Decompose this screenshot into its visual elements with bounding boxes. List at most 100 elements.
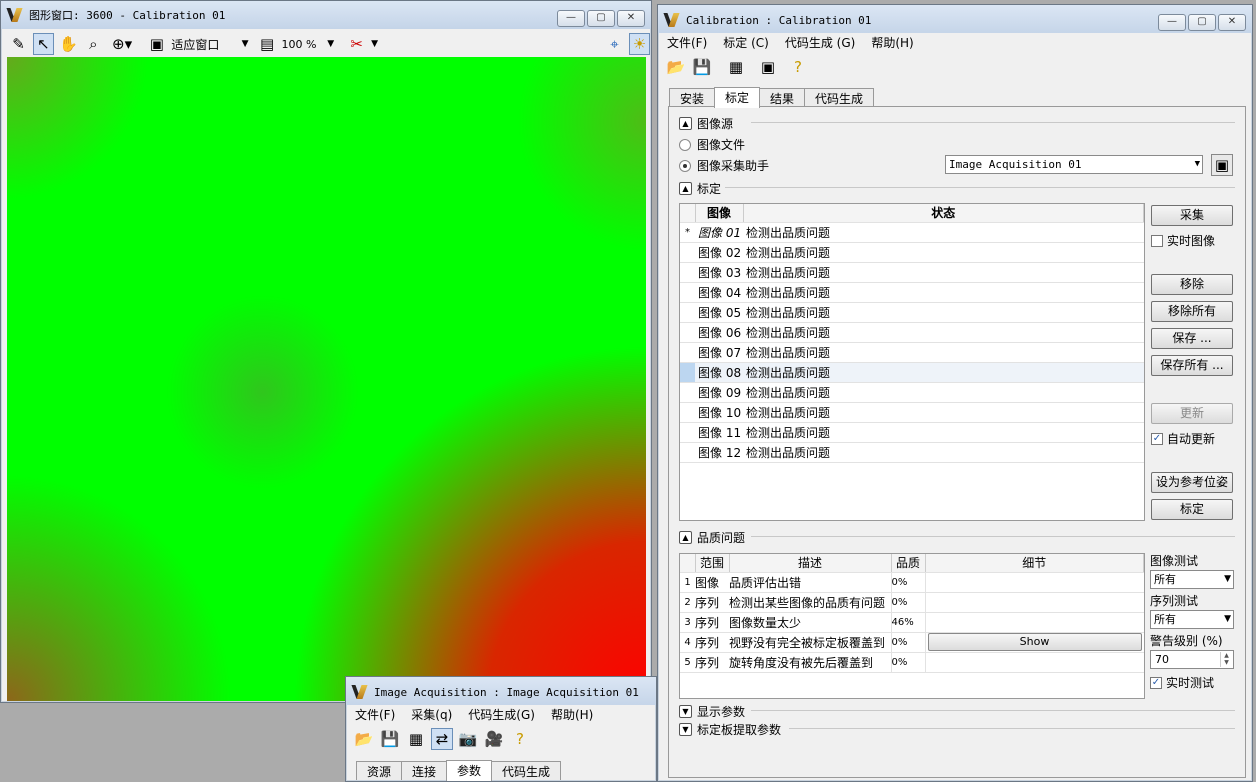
table-row[interactable]: 图像 10 检测出品质问题 xyxy=(680,402,1144,423)
image-cell[interactable]: 图像 07 xyxy=(695,342,743,363)
status-cell[interactable]: 检测出品质问题 xyxy=(743,402,1144,423)
radio-dot-selected[interactable] xyxy=(679,159,691,172)
close-button[interactable]: ✕ xyxy=(617,10,645,27)
menu-codegen[interactable]: 代码生成 (G) xyxy=(777,34,863,51)
save-button[interactable]: 保存 ... xyxy=(1151,328,1233,349)
acq-tab-codegen[interactable]: 代码生成 xyxy=(491,761,562,780)
expand-icon[interactable]: ▼ xyxy=(679,723,692,736)
status-cell[interactable]: 检测出品质问题 xyxy=(743,442,1144,463)
live-test-checkbox[interactable]: ✓ 实时测试 xyxy=(1150,674,1214,691)
assistant-icon[interactable]: ▦ xyxy=(405,728,427,750)
lightbulb-icon[interactable]: ☀ xyxy=(629,33,650,55)
zoom-percent-icon[interactable]: ▤ xyxy=(257,33,278,55)
table-row[interactable]: 4 序列 视野没有完全被标定板覆盖到 0% Show xyxy=(680,632,1144,653)
save-disk-icon[interactable]: 💾 xyxy=(379,728,401,750)
col-image[interactable]: 图像 xyxy=(695,204,744,223)
col-description[interactable]: 描述 xyxy=(729,554,892,573)
menu-help[interactable]: 帮助(H) xyxy=(863,34,921,51)
tab-results[interactable]: 结果 xyxy=(759,88,806,107)
spinner-arrows-icon[interactable]: ▲ ▼ xyxy=(1220,652,1232,667)
checkbox-box[interactable] xyxy=(1151,234,1163,247)
hand-pan-icon[interactable]: ✋ xyxy=(58,33,79,55)
table-row[interactable]: 图像 04 检测出品质问题 xyxy=(680,282,1144,303)
expand-icon[interactable]: ▼ xyxy=(679,705,692,718)
menu-file[interactable]: 文件(F) xyxy=(659,34,715,51)
display-params-section[interactable]: ▼ 显示参数 xyxy=(679,703,1235,720)
status-cell[interactable]: 检测出品质问题 xyxy=(743,262,1144,283)
radio-image-file[interactable]: 图像文件 xyxy=(679,136,745,153)
image-cell[interactable]: 图像 04 xyxy=(695,282,743,303)
graphics-titlebar[interactable]: 图形窗口: 3600 - Calibration 01 — ▢ ✕ xyxy=(1,1,651,29)
status-cell[interactable]: 检测出品质问题 xyxy=(743,222,1144,243)
status-cell[interactable]: 检测出品质问题 xyxy=(743,322,1144,343)
magnifier-icon[interactable]: ⌕ xyxy=(83,33,104,55)
col-detail[interactable]: 细节 xyxy=(925,554,1144,573)
tab-codegen[interactable]: 代码生成 xyxy=(804,88,875,107)
remove-button[interactable]: 移除 xyxy=(1151,274,1233,295)
open-folder-icon[interactable]: 📂 xyxy=(665,56,687,78)
status-cell[interactable]: 检测出品质问题 xyxy=(743,302,1144,323)
status-cell[interactable]: 检测出品质问题 xyxy=(743,342,1144,363)
quality-section[interactable]: ▲ 品质问题 xyxy=(679,529,1235,546)
table-row[interactable]: 图像 06 检测出品质问题 xyxy=(680,322,1144,343)
minimize-button[interactable]: — xyxy=(1158,14,1186,31)
acq-tab-connection[interactable]: 连接 xyxy=(401,761,448,780)
draw-icon[interactable]: ✎ xyxy=(8,33,29,55)
help-icon[interactable]: ? xyxy=(509,728,531,750)
calibrate-button[interactable]: 标定 xyxy=(1151,499,1233,520)
image-cell[interactable]: 图像 06 xyxy=(695,322,743,343)
open-folder-icon[interactable]: 📂 xyxy=(353,728,375,750)
radio-dot[interactable] xyxy=(679,138,691,151)
image-cell[interactable]: 图像 12 xyxy=(695,442,743,463)
status-cell[interactable]: 检测出品质问题 xyxy=(743,362,1144,383)
close-button[interactable]: ✕ xyxy=(1218,14,1246,31)
pixel-info-icon[interactable]: ⌖ xyxy=(604,33,625,55)
status-cell[interactable]: 检测出品质问题 xyxy=(743,382,1144,403)
image-cell[interactable]: 图像 09 xyxy=(695,382,743,403)
table-row[interactable]: 1 图像 品质评估出错 0% xyxy=(680,572,1144,593)
table-row[interactable]: 图像 11 检测出品质问题 xyxy=(680,422,1144,443)
color-tool-icon[interactable]: ✂ xyxy=(346,33,367,55)
tab-setup[interactable]: 安装 xyxy=(669,88,716,107)
col-quality[interactable]: 品质 xyxy=(891,554,926,573)
acquire-button[interactable]: 采集 xyxy=(1151,205,1233,226)
video-camera-icon[interactable]: 🎥 xyxy=(483,728,505,750)
acq-menu-help[interactable]: 帮助(H) xyxy=(543,706,601,723)
acquisition-titlebar[interactable]: Image Acquisition : Image Acquisition 01 xyxy=(346,677,656,707)
table-row[interactable]: 图像 02 检测出品质问题 xyxy=(680,242,1144,263)
menu-calibrate[interactable]: 标定 (C) xyxy=(715,34,777,51)
help-icon[interactable]: ? xyxy=(787,56,809,78)
collapse-icon[interactable]: ▲ xyxy=(679,531,692,544)
assistant-icon[interactable]: ▦ xyxy=(725,56,747,78)
fit-window-icon[interactable]: ▣ xyxy=(146,33,167,55)
col-scope[interactable]: 范围 xyxy=(695,554,730,573)
acq-menu-acquire[interactable]: 采集(q) xyxy=(403,706,460,723)
color-tool-arrow-icon[interactable]: ▼ xyxy=(371,39,378,49)
status-cell[interactable]: 检测出品质问题 xyxy=(743,282,1144,303)
radio-acquisition-assistant[interactable]: 图像采集助手 xyxy=(679,157,769,174)
table-row[interactable]: 3 序列 图像数量太少 46% xyxy=(680,612,1144,633)
image-display[interactable] xyxy=(7,57,646,701)
plate-extract-section[interactable]: ▼ 标定板提取参数 xyxy=(679,721,1235,738)
image-test-select[interactable]: 所有 ▼ xyxy=(1150,570,1234,589)
table-row[interactable]: 图像 09 检测出品质问题 xyxy=(680,382,1144,403)
connect-icon[interactable]: ⇄ xyxy=(431,728,453,750)
acquisition-icon[interactable]: ▣ xyxy=(757,56,779,78)
set-reference-button[interactable]: 设为参考位姿 xyxy=(1151,472,1233,493)
save-all-button[interactable]: 保存所有 ... xyxy=(1151,355,1233,376)
table-row[interactable]: 图像 08 检测出品质问题 xyxy=(680,362,1144,383)
zoom-icon[interactable]: ⊕▾ xyxy=(108,33,137,55)
table-row[interactable]: 图像 03 检测出品质问题 xyxy=(680,262,1144,283)
update-button[interactable]: 更新 xyxy=(1151,403,1233,424)
show-button[interactable]: Show xyxy=(927,633,1142,651)
image-cell[interactable]: 图像 08 xyxy=(695,362,743,383)
table-row[interactable]: 图像 07 检测出品质问题 xyxy=(680,342,1144,363)
calibration-titlebar[interactable]: Calibration : Calibration 01 — ▢ ✕ xyxy=(658,5,1252,35)
acq-tab-resources[interactable]: 资源 xyxy=(356,761,403,780)
save-disk-icon[interactable]: 💾 xyxy=(691,56,713,78)
checkbox-box-checked[interactable]: ✓ xyxy=(1150,676,1162,689)
image-cell[interactable]: 图像 03 xyxy=(695,262,743,283)
camera-icon[interactable]: 📷 xyxy=(457,728,479,750)
status-cell[interactable]: 检测出品质问题 xyxy=(743,422,1144,443)
image-cell[interactable]: 图像 10 xyxy=(695,402,743,423)
